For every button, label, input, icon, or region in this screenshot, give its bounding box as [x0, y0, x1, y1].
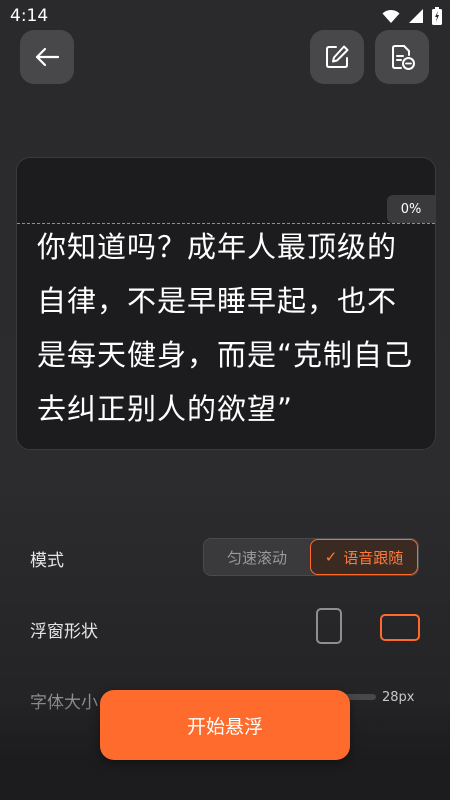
status-time: 4:14: [10, 6, 49, 26]
document-settings-button[interactable]: [375, 30, 429, 84]
teleprompter-preview: 0% 你知道吗？成年人最顶级的自律，不是早睡早起，也不是每天健身，而是“克制自己…: [16, 157, 436, 450]
mode-toggle: 匀速滚动 ✓ 语音跟随: [203, 538, 419, 576]
script-text: 你知道吗？成年人最顶级的自律，不是早睡早起，也不是每天健身，而是“克制自己去纠正…: [37, 230, 414, 426]
wifi-icon: [382, 9, 400, 23]
document-settings-icon: [392, 45, 415, 70]
mode-option-constant-scroll[interactable]: 匀速滚动: [204, 539, 310, 575]
back-button[interactable]: [20, 30, 74, 84]
arrow-left-icon: [35, 47, 60, 67]
edit-button[interactable]: [310, 30, 364, 84]
status-bar: 4:14: [0, 0, 450, 32]
mode-option-voice-follow[interactable]: ✓ 语音跟随: [310, 539, 418, 575]
mode-option-label: 匀速滚动: [226, 548, 287, 567]
status-icons: [382, 7, 442, 25]
scroll-percent-badge: 0%: [387, 195, 435, 223]
mode-option-label: 语音跟随: [343, 548, 404, 567]
shape-portrait-option[interactable]: [316, 608, 342, 644]
battery-icon: [432, 7, 442, 25]
mode-label: 模式: [30, 551, 64, 571]
shape-landscape-option[interactable]: [380, 614, 420, 641]
start-floating-label: 开始悬浮: [186, 715, 263, 738]
edit-icon: [326, 45, 349, 68]
window-shape-label: 浮窗形状: [30, 622, 98, 642]
start-floating-button[interactable]: 开始悬浮: [100, 690, 350, 760]
checkmark-icon: ✓: [324, 548, 338, 566]
cell-signal-icon: [409, 9, 423, 23]
